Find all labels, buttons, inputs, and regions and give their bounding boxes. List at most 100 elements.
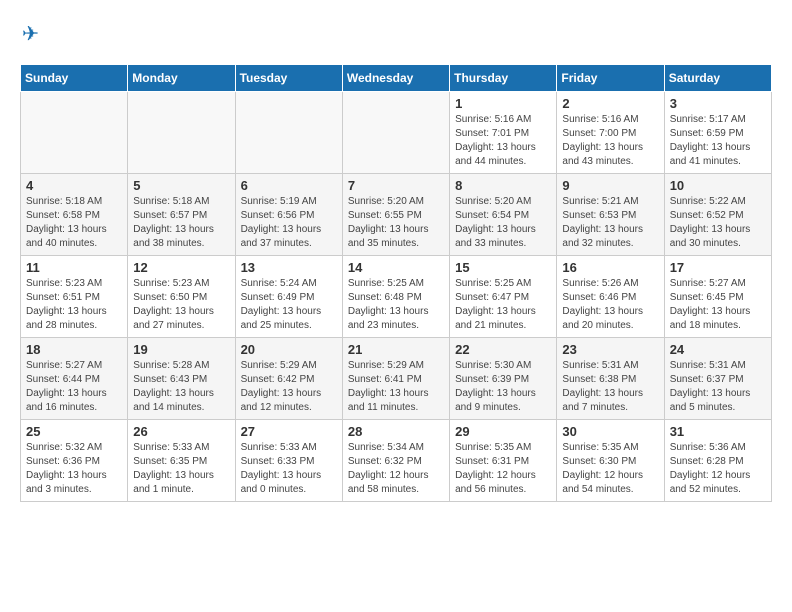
- day-number: 16: [562, 260, 658, 275]
- day-number: 1: [455, 96, 551, 111]
- calendar-cell: 19 Sunrise: 5:28 AM Sunset: 6:43 PM Dayli…: [128, 338, 235, 420]
- day-number: 7: [348, 178, 444, 193]
- day-number: 14: [348, 260, 444, 275]
- day-number: 15: [455, 260, 551, 275]
- day-info: Sunrise: 5:23 AM Sunset: 6:50 PM Dayligh…: [133, 277, 229, 333]
- calendar-cell: 2 Sunrise: 5:16 AM Sunset: 7:00 PM Daylig…: [557, 92, 664, 174]
- calendar-cell: 6 Sunrise: 5:19 AM Sunset: 6:56 PM Daylig…: [235, 174, 342, 256]
- weekday-header-saturday: Saturday: [664, 65, 771, 92]
- day-info: Sunrise: 5:19 AM Sunset: 6:56 PM Dayligh…: [241, 195, 337, 251]
- day-info: Sunrise: 5:18 AM Sunset: 6:57 PM Dayligh…: [133, 195, 229, 251]
- day-number: 3: [670, 96, 766, 111]
- calendar-cell: [235, 92, 342, 174]
- svg-text:✈: ✈: [22, 23, 39, 46]
- calendar-cell: 11 Sunrise: 5:23 AM Sunset: 6:51 PM Dayli…: [21, 256, 128, 338]
- day-info: Sunrise: 5:25 AM Sunset: 6:47 PM Dayligh…: [455, 277, 551, 333]
- day-number: 22: [455, 342, 551, 357]
- weekday-header-wednesday: Wednesday: [342, 65, 449, 92]
- day-info: Sunrise: 5:16 AM Sunset: 7:01 PM Dayligh…: [455, 113, 551, 169]
- calendar-cell: 22 Sunrise: 5:30 AM Sunset: 6:39 PM Dayli…: [450, 338, 557, 420]
- day-number: 4: [26, 178, 122, 193]
- calendar-cell: [342, 92, 449, 174]
- weekday-header-friday: Friday: [557, 65, 664, 92]
- weekday-header-sunday: Sunday: [21, 65, 128, 92]
- calendar-cell: 20Sunrise: 5:29 AM Sunset: 6:42 PM Dayli…: [235, 338, 342, 420]
- day-info: Sunrise: 5:31 AM Sunset: 6:37 PM Dayligh…: [670, 359, 766, 415]
- day-info: Sunrise: 5:27 AM Sunset: 6:44 PM Dayligh…: [26, 359, 122, 415]
- calendar-cell: 26 Sunrise: 5:33 AM Sunset: 6:35 PM Dayli…: [128, 420, 235, 502]
- day-number: 11: [26, 260, 122, 275]
- calendar-cell: 8 Sunrise: 5:20 AM Sunset: 6:54 PM Daylig…: [450, 174, 557, 256]
- day-info: Sunrise: 5:28 AM Sunset: 6:43 PM Dayligh…: [133, 359, 229, 415]
- day-info: Sunrise: 5:23 AM Sunset: 6:51 PM Dayligh…: [26, 277, 122, 333]
- calendar-cell: 14 Sunrise: 5:25 AM Sunset: 6:48 PM Dayli…: [342, 256, 449, 338]
- day-number: 17: [670, 260, 766, 275]
- day-info: Sunrise: 5:17 AM Sunset: 6:59 PM Dayligh…: [670, 113, 766, 169]
- calendar-cell: [21, 92, 128, 174]
- day-number: 26: [133, 424, 229, 439]
- calendar-cell: 10Sunrise: 5:22 AM Sunset: 6:52 PM Dayli…: [664, 174, 771, 256]
- weekday-header-monday: Monday: [128, 65, 235, 92]
- day-number: 6: [241, 178, 337, 193]
- calendar-cell: 31 Sunrise: 5:36 AM Sunset: 6:28 PM Dayli…: [664, 420, 771, 502]
- calendar-cell: 7 Sunrise: 5:20 AM Sunset: 6:55 PM Daylig…: [342, 174, 449, 256]
- day-info: Sunrise: 5:33 AM Sunset: 6:33 PM Dayligh…: [241, 441, 337, 497]
- day-number: 31: [670, 424, 766, 439]
- calendar-cell: 3 Sunrise: 5:17 AM Sunset: 6:59 PM Daylig…: [664, 92, 771, 174]
- day-info: Sunrise: 5:20 AM Sunset: 6:55 PM Dayligh…: [348, 195, 444, 251]
- day-number: 25: [26, 424, 122, 439]
- day-number: 2: [562, 96, 658, 111]
- day-number: 10: [670, 178, 766, 193]
- day-info: Sunrise: 5:24 AM Sunset: 6:49 PM Dayligh…: [241, 277, 337, 333]
- day-number: 21: [348, 342, 444, 357]
- day-info: Sunrise: 5:21 AM Sunset: 6:53 PM Dayligh…: [562, 195, 658, 251]
- day-info: Sunrise: 5:30 AM Sunset: 6:39 PM Dayligh…: [455, 359, 551, 415]
- day-info: Sunrise: 5:16 AM Sunset: 7:00 PM Dayligh…: [562, 113, 658, 169]
- calendar-cell: 21 Sunrise: 5:29 AM Sunset: 6:41 PM Dayli…: [342, 338, 449, 420]
- day-info: Sunrise: 5:36 AM Sunset: 6:28 PM Dayligh…: [670, 441, 766, 497]
- calendar-cell: 28Sunrise: 5:34 AM Sunset: 6:32 PM Dayli…: [342, 420, 449, 502]
- day-info: Sunrise: 5:35 AM Sunset: 6:31 PM Dayligh…: [455, 441, 551, 497]
- day-info: Sunrise: 5:31 AM Sunset: 6:38 PM Dayligh…: [562, 359, 658, 415]
- calendar-cell: 23 Sunrise: 5:31 AM Sunset: 6:38 PM Dayli…: [557, 338, 664, 420]
- day-number: 30: [562, 424, 658, 439]
- day-info: Sunrise: 5:26 AM Sunset: 6:46 PM Dayligh…: [562, 277, 658, 333]
- calendar-cell: 9 Sunrise: 5:21 AM Sunset: 6:53 PM Daylig…: [557, 174, 664, 256]
- day-info: Sunrise: 5:29 AM Sunset: 6:42 PM Dayligh…: [241, 359, 337, 415]
- day-info: Sunrise: 5:29 AM Sunset: 6:41 PM Dayligh…: [348, 359, 444, 415]
- calendar-cell: 30 Sunrise: 5:35 AM Sunset: 6:30 PM Dayli…: [557, 420, 664, 502]
- calendar-cell: 1 Sunrise: 5:16 AM Sunset: 7:01 PM Daylig…: [450, 92, 557, 174]
- day-number: 27: [241, 424, 337, 439]
- calendar-cell: 17Sunrise: 5:27 AM Sunset: 6:45 PM Dayli…: [664, 256, 771, 338]
- calendar-cell: 16 Sunrise: 5:26 AM Sunset: 6:46 PM Dayli…: [557, 256, 664, 338]
- calendar-cell: 4 Sunrise: 5:18 AM Sunset: 6:58 PM Daylig…: [21, 174, 128, 256]
- page-header: ✈: [20, 20, 772, 48]
- calendar-cell: 15 Sunrise: 5:25 AM Sunset: 6:47 PM Dayli…: [450, 256, 557, 338]
- calendar-cell: [128, 92, 235, 174]
- calendar-cell: 18 Sunrise: 5:27 AM Sunset: 6:44 PM Dayli…: [21, 338, 128, 420]
- day-info: Sunrise: 5:35 AM Sunset: 6:30 PM Dayligh…: [562, 441, 658, 497]
- calendar-cell: 29 Sunrise: 5:35 AM Sunset: 6:31 PM Dayli…: [450, 420, 557, 502]
- day-info: Sunrise: 5:18 AM Sunset: 6:58 PM Dayligh…: [26, 195, 122, 251]
- day-number: 18: [26, 342, 122, 357]
- day-number: 9: [562, 178, 658, 193]
- day-number: 12: [133, 260, 229, 275]
- calendar-cell: 5Sunrise: 5:18 AM Sunset: 6:57 PM Daylig…: [128, 174, 235, 256]
- day-info: Sunrise: 5:32 AM Sunset: 6:36 PM Dayligh…: [26, 441, 122, 497]
- weekday-header-thursday: Thursday: [450, 65, 557, 92]
- logo-icon: ✈: [20, 20, 48, 48]
- calendar-cell: 25 Sunrise: 5:32 AM Sunset: 6:36 PM Dayli…: [21, 420, 128, 502]
- calendar-cell: 12 Sunrise: 5:23 AM Sunset: 6:50 PM Dayli…: [128, 256, 235, 338]
- calendar-table: SundayMondayTuesdayWednesdayThursdayFrid…: [20, 64, 772, 502]
- day-number: 24: [670, 342, 766, 357]
- logo: ✈: [20, 20, 52, 48]
- calendar-cell: 13Sunrise: 5:24 AM Sunset: 6:49 PM Dayli…: [235, 256, 342, 338]
- day-number: 23: [562, 342, 658, 357]
- day-info: Sunrise: 5:25 AM Sunset: 6:48 PM Dayligh…: [348, 277, 444, 333]
- day-number: 19: [133, 342, 229, 357]
- day-info: Sunrise: 5:20 AM Sunset: 6:54 PM Dayligh…: [455, 195, 551, 251]
- day-info: Sunrise: 5:33 AM Sunset: 6:35 PM Dayligh…: [133, 441, 229, 497]
- day-number: 29: [455, 424, 551, 439]
- day-number: 8: [455, 178, 551, 193]
- calendar-cell: 24 Sunrise: 5:31 AM Sunset: 6:37 PM Dayli…: [664, 338, 771, 420]
